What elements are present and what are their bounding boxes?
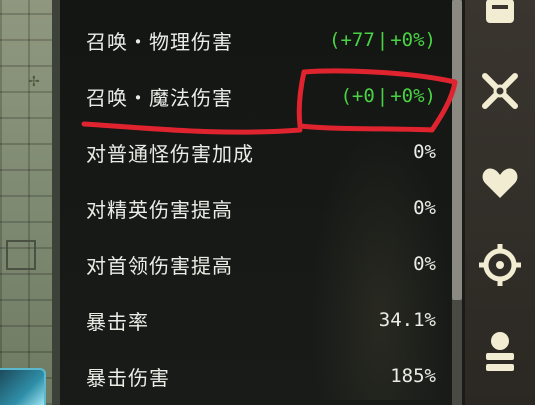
- bag-icon[interactable]: [477, 0, 523, 32]
- character-icon[interactable]: [477, 330, 523, 376]
- stat-label: 召唤・物理伤害: [86, 29, 233, 54]
- stat-label: 对普通怪伤害加成: [86, 141, 254, 166]
- side-menu: [465, 0, 535, 405]
- stat-label: 暴击伤害: [86, 365, 170, 390]
- stat-value: 0%: [413, 253, 436, 275]
- stat-label: 暴击率: [86, 309, 149, 334]
- skill-slot-button[interactable]: [0, 368, 46, 405]
- game-screen: ✢ 召唤・物理伤害 (+77 | +0%) 召唤・魔法伤害 (+0 | +0%) 对普通…: [0, 0, 535, 405]
- stat-value: (+77 | +0%): [329, 29, 436, 51]
- stat-row-normal-damage: 对普通怪伤害加成 0%: [86, 132, 436, 172]
- stat-label: 召唤・魔法伤害: [86, 85, 233, 110]
- stat-value: 34.1%: [378, 309, 436, 331]
- stat-row-boss-damage: 对首领伤害提高 0%: [86, 244, 436, 284]
- heart-icon[interactable]: [477, 160, 523, 206]
- stat-row-summon-magic: 召唤・魔法伤害 (+0 | +0%): [86, 76, 436, 116]
- stat-value: 185%: [390, 365, 436, 387]
- crossed-swords-icon[interactable]: [477, 68, 523, 114]
- stat-row-elite-damage: 对精英伤害提高 0%: [86, 188, 436, 228]
- target-icon[interactable]: [477, 242, 523, 288]
- map-border: [52, 0, 60, 405]
- stat-label: 对精英伤害提高: [86, 197, 233, 222]
- map-tile-marker: [6, 240, 36, 270]
- stat-value: 0%: [413, 141, 436, 163]
- stat-value: 0%: [413, 197, 436, 219]
- plant-icon: ✢: [28, 74, 40, 90]
- stat-row-crit-damage: 暴击伤害 185%: [86, 356, 436, 396]
- scrollbar-thumb[interactable]: [452, 0, 462, 300]
- stats-panel: 召唤・物理伤害 (+77 | +0%) 召唤・魔法伤害 (+0 | +0%) 对普通怪伤…: [60, 0, 452, 405]
- stat-label: 对首领伤害提高: [86, 253, 233, 278]
- stat-row-crit-rate: 暴击率 34.1%: [86, 300, 436, 340]
- map-view[interactable]: ✢: [0, 0, 60, 405]
- stat-row-summon-physical: 召唤・物理伤害 (+77 | +0%): [86, 20, 436, 60]
- stat-value: (+0 | +0%): [340, 85, 436, 107]
